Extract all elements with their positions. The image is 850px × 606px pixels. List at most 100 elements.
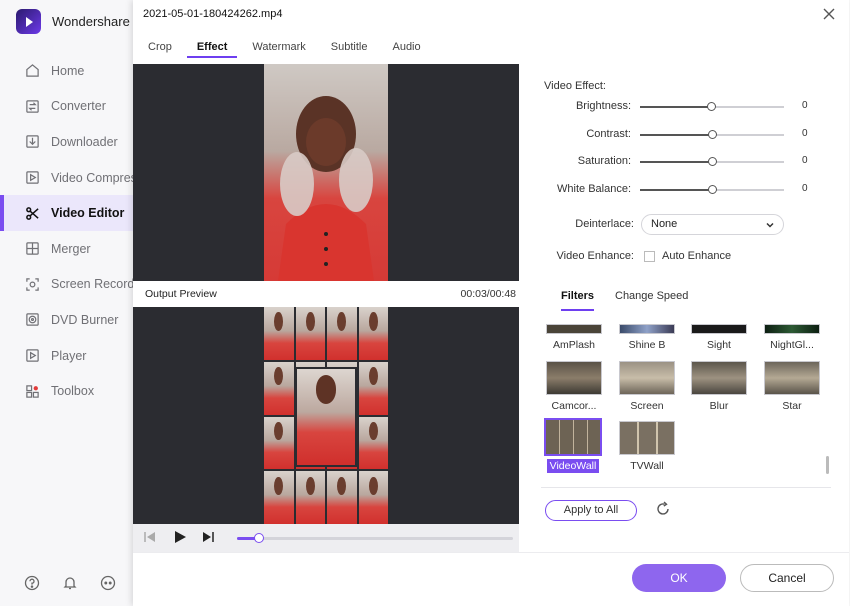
- filter-tvwall[interactable]: TVWall: [618, 421, 676, 472]
- brightness-label: Brightness:: [575, 100, 631, 112]
- slider-fill: [640, 189, 714, 191]
- filter-name: Shine B: [628, 339, 666, 351]
- saturation-slider[interactable]: [640, 157, 784, 166]
- tab-effect[interactable]: Effect: [186, 36, 238, 58]
- filter-star[interactable]: Star: [763, 361, 821, 412]
- brand: Wondershare U: [16, 9, 143, 34]
- slider-fill: [640, 106, 712, 108]
- wall-tile: [327, 307, 357, 360]
- filter-thumbnail: [544, 418, 602, 456]
- next-frame-icon[interactable]: [201, 530, 215, 544]
- wall-tile: [264, 471, 294, 524]
- filter-sight[interactable]: Sight: [690, 324, 748, 351]
- filter-thumbnail: [764, 324, 820, 334]
- filter-name: TVWall: [630, 460, 664, 472]
- wall-tile: [295, 307, 325, 360]
- chevron-down-icon: [765, 218, 775, 228]
- brightness-slider[interactable]: [640, 102, 784, 111]
- tab-watermark[interactable]: Watermark: [242, 36, 315, 58]
- home-icon: [23, 62, 41, 80]
- filter-grid: AmPlash Shine B Sight NightGl... Camcor.…: [541, 321, 831, 481]
- sidebar-item-video-editor[interactable]: Video Editor: [0, 195, 133, 231]
- sidebar-item-player[interactable]: Player: [0, 338, 133, 374]
- sidebar-item-home[interactable]: Home: [0, 53, 133, 89]
- seek-bar[interactable]: [237, 533, 513, 543]
- sidebar-item-label: Toolbox: [51, 384, 95, 399]
- white-balance-slider[interactable]: [640, 185, 784, 194]
- apply-to-all-button[interactable]: Apply to All: [545, 500, 637, 521]
- output-preview-bar: Output Preview 00:03/00:48: [133, 281, 519, 307]
- filter-thumbnail: [619, 361, 675, 395]
- filter-amplash[interactable]: AmPlash: [545, 324, 603, 351]
- wall-tile: [295, 471, 325, 524]
- tab-audio[interactable]: Audio: [382, 36, 430, 58]
- brand-name: Wondershare U: [52, 14, 143, 29]
- sidebar: Wondershare U Home Converter Downloader …: [0, 0, 143, 606]
- sidebar-item-screen-recorder[interactable]: Screen Recorder: [0, 267, 133, 303]
- tab-crop[interactable]: Crop: [138, 36, 182, 58]
- filter-nightglow[interactable]: NightGl...: [763, 324, 821, 351]
- close-icon[interactable]: [821, 6, 837, 22]
- bell-icon[interactable]: [61, 574, 79, 592]
- filter-blur[interactable]: Blur: [690, 361, 748, 412]
- cancel-button[interactable]: Cancel: [740, 564, 834, 592]
- sidebar-nav: Home Converter Downloader Video Compress…: [0, 53, 133, 409]
- wall-tile: [264, 307, 294, 360]
- help-icon[interactable]: [23, 574, 41, 592]
- slider-handle[interactable]: [708, 185, 718, 194]
- filter-thumbnail: [764, 361, 820, 395]
- filter-thumbnail: [691, 324, 747, 334]
- slider-handle[interactable]: [707, 102, 716, 111]
- previous-frame-icon[interactable]: [143, 530, 157, 544]
- wall-tile: [358, 416, 388, 470]
- filter-scrollbar[interactable]: [826, 456, 829, 474]
- sidebar-bottom-icons: [23, 574, 117, 592]
- auto-enhance-checkbox[interactable]: [644, 251, 655, 262]
- contrast-slider[interactable]: [640, 130, 784, 139]
- tab-subtitle[interactable]: Subtitle: [321, 36, 378, 58]
- sidebar-item-label: DVD Burner: [51, 312, 119, 327]
- tab-change-speed[interactable]: Change Speed: [615, 290, 688, 309]
- filter-name: VideoWall: [546, 459, 600, 473]
- sidebar-item-merger[interactable]: Merger: [0, 231, 133, 267]
- filter-tabs: Filters Change Speed: [541, 288, 831, 314]
- wall-tile: [358, 471, 388, 524]
- sidebar-item-label: Converter: [51, 99, 106, 114]
- effect-panel: Video Effect: Brightness: 0 Contrast: 0 …: [519, 64, 835, 552]
- sidebar-item-downloader[interactable]: Downloader: [0, 124, 133, 160]
- player-icon: [23, 347, 41, 365]
- slider-handle[interactable]: [708, 130, 718, 139]
- filter-camcorder[interactable]: Camcor...: [545, 361, 603, 412]
- editor-tabs: Crop Effect Watermark Subtitle Audio: [133, 36, 653, 60]
- video-editor-dialog: 2021-05-01-180424262.mp4 Crop Effect Wat…: [133, 0, 849, 606]
- contrast-label: Contrast:: [586, 128, 631, 140]
- sidebar-item-converter[interactable]: Converter: [0, 89, 133, 125]
- sidebar-item-dvd-burner[interactable]: DVD Burner: [0, 302, 133, 338]
- slider-fill: [640, 134, 714, 136]
- sidebar-item-label: Merger: [51, 241, 91, 256]
- video-effect-title: Video Effect:: [544, 80, 606, 92]
- deinterlace-select[interactable]: None: [641, 214, 784, 235]
- tab-filters[interactable]: Filters: [561, 290, 595, 311]
- video-enhance-label: Video Enhance:: [556, 250, 634, 262]
- playback-controls: [133, 524, 519, 552]
- filter-screen[interactable]: Screen: [618, 361, 676, 412]
- slider-handle[interactable]: [708, 157, 718, 166]
- sidebar-item-label: Video Editor: [51, 206, 125, 221]
- filter-thumbnail: [619, 324, 675, 334]
- wall-tile: [264, 361, 294, 415]
- filter-thumbnail: [691, 361, 747, 395]
- filter-name: Screen: [630, 400, 664, 412]
- dialog-footer: OK Cancel: [133, 552, 849, 606]
- filter-shine-b[interactable]: Shine B: [618, 324, 676, 351]
- sidebar-item-video-compress[interactable]: Video Compress: [0, 160, 133, 196]
- filter-videowall[interactable]: VideoWall: [544, 418, 602, 473]
- feedback-icon[interactable]: [99, 574, 117, 592]
- ok-button[interactable]: OK: [632, 564, 726, 592]
- reset-icon[interactable]: [655, 501, 673, 519]
- sidebar-item-toolbox[interactable]: Toolbox: [0, 373, 133, 409]
- seek-handle[interactable]: [254, 533, 265, 543]
- filter-name: Blur: [709, 400, 729, 412]
- play-icon[interactable]: [173, 530, 187, 544]
- brightness-value: 0: [802, 100, 808, 111]
